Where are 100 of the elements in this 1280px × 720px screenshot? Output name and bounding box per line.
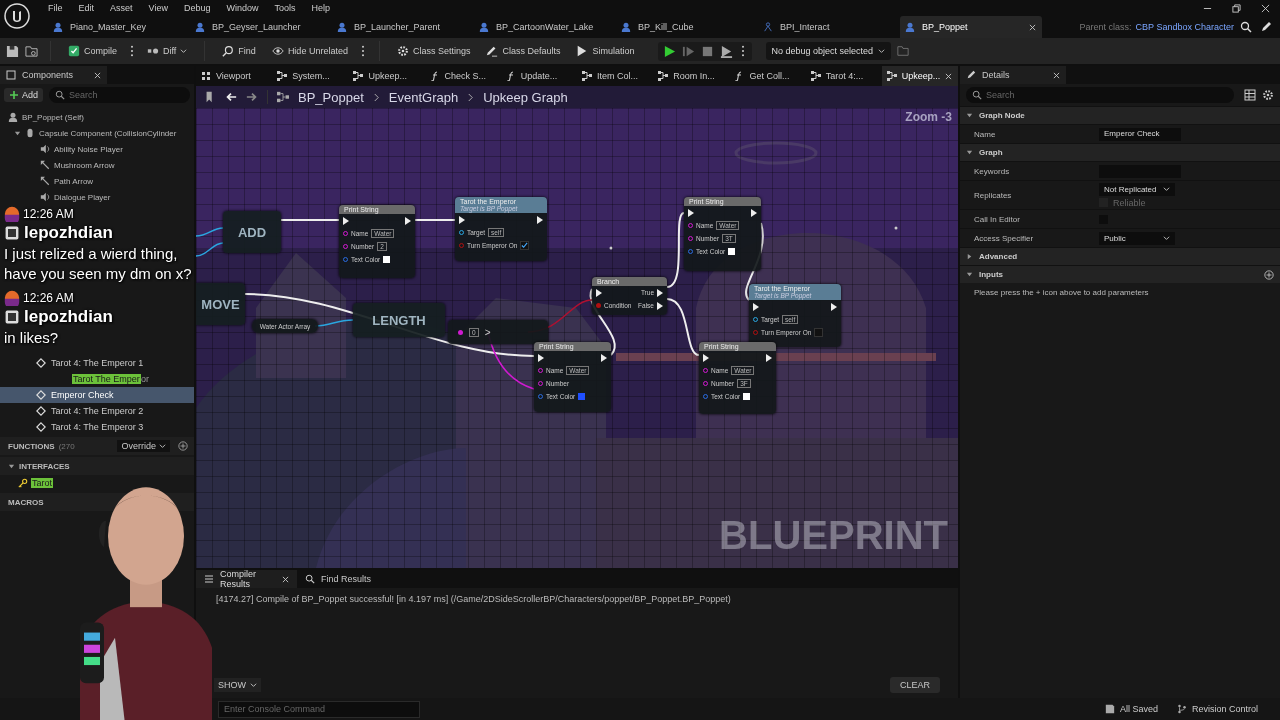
toolbar-button[interactable]: Simulation [571, 43, 640, 59]
close-icon[interactable] [945, 72, 953, 80]
console-field[interactable]: Enter Console Command [218, 700, 420, 718]
asset-tab[interactable]: BP_Poppet [900, 16, 1042, 38]
more-icon[interactable] [740, 45, 745, 57]
play-icon[interactable] [662, 44, 676, 58]
results-tab[interactable]: Compiler Results [196, 570, 297, 588]
expand-arrow-icon[interactable] [966, 149, 973, 156]
close-icon[interactable] [282, 575, 289, 583]
dropdown[interactable]: Not Replicated [1099, 182, 1175, 196]
eject-icon[interactable] [719, 44, 733, 58]
close-icon[interactable] [1053, 71, 1060, 79]
close-icon[interactable] [94, 71, 101, 79]
section-header[interactable]: MACROS [8, 497, 44, 507]
more-icon[interactable] [360, 45, 365, 57]
settings-icon[interactable] [1262, 89, 1274, 101]
close-icon[interactable] [1261, 3, 1270, 13]
toolbar-button[interactable]: Diff [142, 43, 193, 59]
expand-arrow-icon[interactable] [966, 253, 973, 260]
results-tab[interactable]: Find Results [297, 570, 398, 588]
expand-arrow-icon[interactable] [8, 462, 15, 470]
expand-arrow-icon[interactable] [14, 129, 21, 137]
graph-item[interactable]: Emperor Check [0, 387, 194, 403]
toolbar-button[interactable]: Hide Unrelated [266, 43, 353, 59]
revision-control-menu[interactable]: Revision Control [1191, 704, 1258, 714]
browse-icon[interactable] [25, 44, 38, 58]
browse-icon[interactable] [897, 45, 910, 57]
toolbar-button[interactable]: Find [217, 43, 261, 59]
search-field[interactable]: Search [966, 87, 1234, 103]
show-dropdown[interactable]: SHOW [214, 678, 261, 692]
document-tab[interactable]: Get Coll... [729, 66, 806, 86]
text-field[interactable]: Emperor Check [1099, 127, 1181, 141]
document-tab[interactable]: System... [272, 66, 349, 86]
components-tab[interactable]: Components [0, 66, 107, 84]
graph-item[interactable]: Tarot 4: The Emperor 1 [0, 355, 194, 371]
asset-tab[interactable]: BP_Launcher_Parent [332, 16, 474, 38]
clear-button[interactable]: CLEAR [890, 677, 940, 693]
menu-item[interactable]: File [48, 3, 71, 13]
document-tab[interactable]: Tarot 4:... [805, 66, 882, 86]
asset-tab[interactable]: BP_CartoonWater_Lake [474, 16, 616, 38]
close-icon[interactable] [1029, 23, 1036, 31]
forward-arrow-icon[interactable] [246, 91, 258, 103]
menu-item[interactable]: Window [218, 3, 267, 13]
save-status[interactable]: All Saved [1119, 704, 1158, 714]
more-icon[interactable] [130, 45, 134, 57]
asset-tab[interactable]: BPI_Interact [758, 16, 900, 38]
table-icon[interactable] [1244, 89, 1256, 101]
tree-item[interactable]: BP_Poppet (Self) [22, 112, 84, 122]
toolbar-button[interactable]: Class Defaults [481, 43, 566, 59]
stop-icon[interactable] [700, 44, 714, 58]
section-header[interactable]: FUNCTIONS [8, 441, 55, 451]
override-dropdown[interactable]: Override [117, 440, 170, 452]
asset-tab[interactable]: BP_Geyser_Launcher [190, 16, 332, 38]
document-tab[interactable]: Room In... [653, 66, 730, 86]
expand-arrow-icon[interactable] [966, 112, 973, 119]
menu-item[interactable]: Edit [70, 3, 103, 13]
step-icon[interactable] [681, 44, 695, 58]
debug-object-dropdown[interactable]: No debug object selected [765, 42, 892, 60]
tree-item[interactable]: Ability Noise Player [54, 144, 123, 154]
restore-icon[interactable] [1232, 3, 1241, 13]
menu-item[interactable]: Debug [175, 3, 219, 13]
dropdown[interactable]: Public [1099, 231, 1175, 245]
asset-tab[interactable]: Piano_Master_Key [48, 16, 190, 38]
asset-tab[interactable]: BP_Kill_Cube [616, 16, 758, 38]
interface-item[interactable]: Tarot [31, 478, 53, 488]
tree-item[interactable]: Capsule Component (CollisionCylinder [39, 128, 177, 138]
tree-item[interactable]: Mushroom Arrow [54, 160, 115, 170]
document-tab[interactable]: Check S... [424, 66, 501, 86]
menu-item[interactable]: Help [303, 3, 338, 13]
section-header[interactable]: INTERFACES [19, 461, 70, 471]
details-tab[interactable]: Details [960, 66, 1066, 84]
add-icon[interactable] [1264, 269, 1274, 280]
menu-item[interactable]: Tools [266, 3, 304, 13]
section-header[interactable]: Advanced [979, 252, 1018, 261]
document-tab[interactable]: Upkeep... [881, 66, 959, 86]
document-tab[interactable]: Viewport [196, 66, 273, 86]
graph-item[interactable]: Tarot 4: The Emperor 2 [0, 403, 194, 419]
add-icon[interactable] [178, 441, 188, 451]
tree-item[interactable]: Dialogue Player [54, 192, 111, 202]
breadcrumb-link[interactable]: Upkeep Graph [483, 89, 568, 105]
document-tab[interactable]: Update... [500, 66, 577, 86]
search-icon[interactable] [1240, 21, 1252, 33]
save-icon[interactable] [6, 44, 19, 58]
logo-icon[interactable] [4, 3, 30, 29]
toolbar-button[interactable]: Compile [63, 43, 122, 59]
pencil-icon[interactable] [1260, 21, 1272, 33]
document-tab[interactable]: Upkeep... [348, 66, 425, 86]
menu-item[interactable]: View [140, 3, 176, 13]
add-button[interactable]: Add [4, 88, 43, 102]
graph-item[interactable]: Tarot 4: The Emperor 3 [0, 419, 194, 435]
parent-class-link[interactable]: CBP Sandbox Character [1135, 22, 1234, 32]
breadcrumb-link[interactable]: EventGraph [388, 89, 459, 105]
breadcrumb-link[interactable]: BP_Poppet [298, 89, 364, 105]
graph-item[interactable]: Tarot The Emperor [0, 371, 194, 387]
section-header[interactable]: Graph Node [979, 111, 1025, 120]
tree-item[interactable]: Path Arrow [54, 176, 94, 186]
toolbar-button[interactable]: Class Settings [391, 43, 476, 59]
document-tab[interactable]: Item Col... [577, 66, 654, 86]
section-header[interactable]: Inputs [979, 270, 1003, 279]
expand-arrow-icon[interactable] [966, 271, 973, 278]
